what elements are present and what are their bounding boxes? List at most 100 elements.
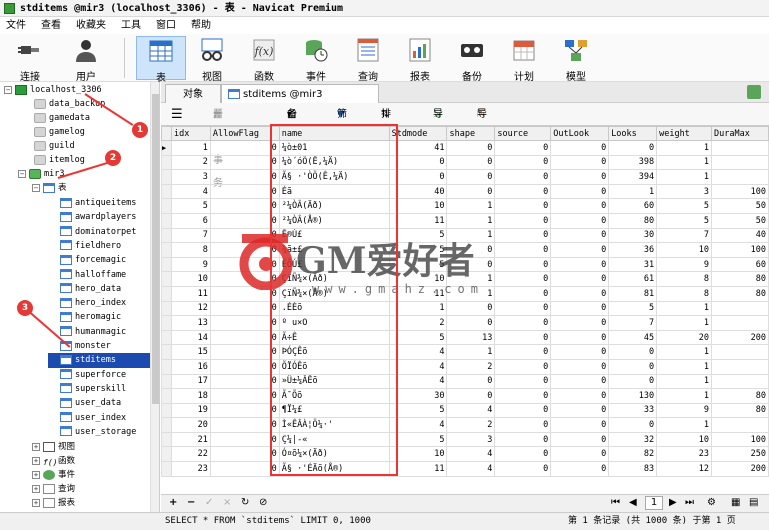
row-indicator[interactable]	[161, 329, 172, 346]
row-indicator[interactable]: ▶	[161, 140, 172, 156]
cell-source[interactable]: 0	[494, 285, 552, 302]
cell-weight[interactable]: 1	[656, 140, 712, 156]
cell-weight[interactable]: 1	[656, 344, 712, 360]
cell-weight[interactable]: 10	[656, 431, 712, 448]
cell-shape[interactable]: 0	[446, 154, 496, 171]
prev-page-icon[interactable]: ◀	[629, 497, 637, 508]
cell-outlook[interactable]: 0	[550, 329, 610, 346]
cell-source[interactable]: 0	[494, 227, 552, 244]
cell-outlook[interactable]: 0	[550, 212, 610, 229]
cell-shape[interactable]: 1	[446, 344, 496, 360]
cell-allowflag[interactable]: 0	[209, 344, 280, 360]
column-header-name[interactable]: name	[278, 126, 390, 141]
row-indicator[interactable]	[161, 358, 172, 375]
cell-allowflag[interactable]: 0	[209, 256, 280, 273]
cell-idx[interactable]: 17	[170, 373, 211, 390]
cell-duramax[interactable]: 80	[710, 285, 769, 302]
cell-looks[interactable]: 398	[608, 154, 658, 171]
cell-stdmode[interactable]: 0	[388, 154, 448, 171]
cell-shape[interactable]: 2	[446, 417, 496, 433]
delete-record-button[interactable]: −	[187, 497, 195, 508]
cell-outlook[interactable]: 0	[550, 198, 610, 214]
cell-idx[interactable]: 14	[170, 329, 211, 346]
cell-source[interactable]: 0	[494, 256, 552, 273]
table-row[interactable]: 4 0 Éã 40 0 0 0 1 3 100	[161, 183, 769, 200]
tree-table-hero-data[interactable]: hero_data	[60, 282, 121, 296]
cell-stdmode[interactable]: 41	[388, 140, 448, 156]
cell-allowflag[interactable]: 0	[209, 285, 280, 302]
cell-duramax[interactable]	[710, 169, 769, 185]
row-indicator[interactable]	[161, 402, 172, 419]
cell-stdmode[interactable]: 5	[388, 227, 448, 244]
last-page-icon[interactable]: ⏭	[685, 497, 694, 508]
function-button[interactable]: f(x) 函数	[244, 36, 284, 83]
table-row[interactable]: 18 0 Ã¯Õõ 30 0 0 0 130 1 80	[161, 388, 769, 404]
cell-idx[interactable]: 23	[170, 461, 211, 477]
cell-duramax[interactable]	[710, 140, 769, 156]
schedule-button[interactable]: 计划	[504, 36, 544, 83]
cell-outlook[interactable]: 0	[550, 431, 610, 448]
cell-name[interactable]: ÕÏÓÊõ	[278, 358, 390, 375]
cell-idx[interactable]: 2	[170, 154, 211, 171]
cell-shape[interactable]: 0	[446, 373, 496, 390]
tree-db-gamedata[interactable]: gamedata	[34, 111, 90, 125]
cell-duramax[interactable]: 80	[710, 388, 769, 404]
cell-weight[interactable]: 1	[656, 154, 712, 171]
cell-stdmode[interactable]: 10	[388, 446, 448, 463]
tree-table-superskill[interactable]: superskill	[60, 382, 126, 396]
cell-name[interactable]: Éã	[278, 183, 390, 200]
cell-stdmode[interactable]: 5	[388, 329, 448, 346]
cell-shape[interactable]: 13	[446, 329, 496, 346]
cell-looks[interactable]: 0	[608, 358, 658, 375]
cell-allowflag[interactable]: 0	[209, 329, 280, 346]
cell-weight[interactable]: 1	[656, 169, 712, 185]
cell-looks[interactable]: 82	[608, 446, 658, 463]
tree-table-fieldhero[interactable]: fieldhero	[60, 239, 121, 253]
row-indicator[interactable]	[161, 198, 172, 214]
collapse-icon[interactable]: −	[18, 169, 26, 178]
cell-stdmode[interactable]: 4	[388, 344, 448, 360]
cell-idx[interactable]: 13	[170, 315, 211, 331]
cell-allowflag[interactable]: 0	[209, 227, 280, 244]
cell-stdmode[interactable]: 5	[388, 242, 448, 258]
cell-idx[interactable]: 5	[170, 198, 211, 214]
row-indicator[interactable]	[161, 154, 172, 171]
cell-duramax[interactable]	[710, 300, 769, 317]
cell-name[interactable]: Ê®Ú£	[278, 227, 390, 244]
cell-source[interactable]: 0	[494, 446, 552, 463]
cell-name[interactable]: .ÉÈõ	[278, 300, 390, 317]
cell-outlook[interactable]: 0	[550, 183, 610, 200]
column-header-stdmode[interactable]: Stdmode	[388, 126, 448, 141]
cell-shape[interactable]: 4	[446, 446, 496, 463]
tree-table-awardplayers[interactable]: awardplayers	[60, 210, 136, 224]
tree-table-superforce[interactable]: superforce	[60, 368, 126, 382]
cell-name[interactable]: Ó¤õ¼×(Äð)	[278, 446, 390, 463]
cell-name[interactable]: ¶Ï¼£	[278, 402, 390, 419]
table-row[interactable]: 5 0 ²¼ÒÂ(Äð) 10 1 0 0 60 5 50	[161, 198, 769, 214]
cell-stdmode[interactable]: 4	[388, 358, 448, 375]
cell-weight[interactable]: 8	[656, 271, 712, 287]
cell-idx[interactable]: 18	[170, 388, 211, 404]
cell-duramax[interactable]: 200	[710, 461, 769, 477]
cell-shape[interactable]: 1	[446, 227, 496, 244]
cell-looks[interactable]: 32	[608, 431, 658, 448]
tree-table-user-data[interactable]: user_data	[60, 396, 121, 410]
cell-stdmode[interactable]: 40	[388, 183, 448, 200]
expand-icon[interactable]: +	[32, 442, 40, 451]
row-indicator[interactable]	[161, 285, 172, 302]
cell-stdmode[interactable]: 4	[388, 417, 448, 433]
cell-weight[interactable]: 9	[656, 256, 712, 273]
cell-allowflag[interactable]: 0	[209, 402, 280, 419]
menu-hamburger-icon[interactable]: ☰	[171, 103, 183, 126]
table-row[interactable]: 21 0 Ç¼|-« 5 3 0 0 32 10 100	[161, 431, 769, 448]
cell-allowflag[interactable]: 0	[209, 242, 280, 258]
tree-group-reports[interactable]: + 报表	[32, 496, 75, 510]
table-row[interactable]: 11 0 ÇïÑ¾×(Å®) 11 1 0 0 81 8 80	[161, 285, 769, 302]
cell-allowflag[interactable]: 0	[209, 300, 280, 317]
table-row[interactable]: 13 0 º u×O 2 0 0 0 7 1	[161, 315, 769, 331]
cell-allowflag[interactable]: 0	[209, 140, 280, 156]
add-connection-icon[interactable]	[747, 85, 761, 99]
cell-shape[interactable]: 0	[446, 315, 496, 331]
cell-allowflag[interactable]: 0	[209, 373, 280, 390]
cell-outlook[interactable]: 0	[550, 373, 610, 390]
